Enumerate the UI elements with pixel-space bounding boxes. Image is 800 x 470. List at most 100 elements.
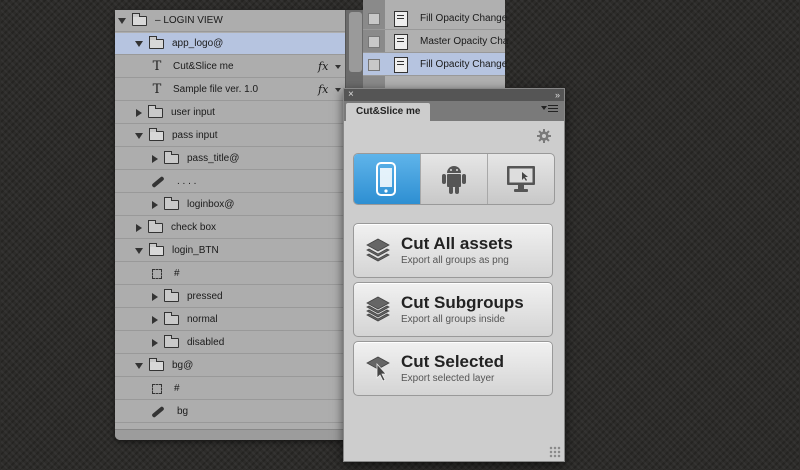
folder-icon	[164, 334, 179, 348]
folder-open-icon	[149, 242, 164, 256]
expand-arrow-icon[interactable]	[135, 362, 143, 369]
android-icon	[442, 166, 466, 194]
fx-dropdown-icon[interactable]	[335, 88, 341, 92]
layer-name: bg@	[172, 360, 194, 371]
shape-bounds-icon	[152, 383, 162, 394]
folder-icon	[164, 196, 179, 210]
platform-ios-button[interactable]	[354, 154, 421, 204]
button-subtitle: Export all groups as png	[401, 255, 509, 266]
action-checkbox[interactable]	[368, 36, 380, 48]
collapse-arrow-icon[interactable]	[152, 338, 158, 347]
cut-subgroups-button[interactable]: Cut Subgroups Export all groups inside	[353, 282, 553, 337]
folder-icon	[164, 311, 179, 325]
layer-group-login-view[interactable]: – LOGIN VIEW	[115, 10, 345, 32]
layers-panel: – LOGIN VIEW app_logo@ T Cut&Slice me fx…	[115, 10, 365, 440]
layer-name: #	[174, 268, 180, 279]
button-subtitle: Export selected layer	[401, 373, 495, 384]
shape-bounds-icon	[152, 268, 162, 279]
layer-name: login_BTN	[172, 245, 219, 256]
layer-name: pass_title@	[187, 153, 240, 164]
action-checkbox[interactable]	[368, 59, 380, 71]
layer-name: #	[174, 383, 180, 394]
cut-all-assets-button[interactable]: Cut All assets Export all groups as png	[353, 223, 553, 278]
expand-arrow-icon[interactable]	[135, 132, 143, 139]
gear-icon[interactable]	[537, 129, 551, 143]
tab-cutslice[interactable]: Cut&Slice me	[346, 103, 431, 121]
collapse-arrow-icon[interactable]	[152, 292, 158, 301]
cursor-layer-icon	[366, 356, 390, 382]
fx-dropdown-icon[interactable]	[335, 65, 341, 69]
action-row[interactable]: Fill Opacity Change	[363, 7, 507, 30]
action-row[interactable]: Master Opacity Cha	[363, 30, 508, 53]
layer-group-pass-title[interactable]: pass_title@	[115, 148, 345, 170]
collapse-arrow-icon[interactable]	[152, 154, 158, 163]
fx-icon[interactable]: fx	[318, 83, 328, 96]
brush-icon	[151, 175, 165, 188]
iphone-icon	[376, 162, 396, 196]
layer-group-login-btn[interactable]: login_BTN	[115, 240, 345, 262]
text-layer-icon: T	[152, 82, 162, 97]
scrollbar-thumb[interactable]	[349, 12, 362, 72]
layer-name: app_logo@	[172, 38, 224, 49]
action-document-icon	[394, 34, 408, 50]
collapse-arrow-icon[interactable]	[152, 200, 158, 209]
platform-selector	[353, 153, 555, 205]
layer-group-disabled[interactable]: disabled	[115, 332, 345, 354]
layer-name: pass input	[172, 130, 218, 141]
layer-shape-hash-2[interactable]: #	[115, 378, 345, 400]
layer-name: user input	[171, 107, 215, 118]
action-document-icon	[394, 11, 408, 27]
layer-name: disabled	[187, 337, 225, 348]
cut-selected-button[interactable]: Cut Selected Export selected layer	[353, 341, 553, 396]
layer-name: normal	[187, 314, 218, 325]
layer-group-bg[interactable]: bg@	[115, 355, 345, 377]
expand-arrow-icon[interactable]	[135, 247, 143, 254]
panel-titlebar[interactable]: × »	[344, 89, 564, 101]
layer-group-pressed[interactable]: pressed	[115, 286, 345, 308]
text-layer-icon: T	[152, 59, 162, 74]
layer-shape-hash[interactable]: #	[115, 263, 345, 285]
collapse-arrow-icon[interactable]	[136, 223, 142, 232]
panel-menu-icon[interactable]	[541, 105, 558, 113]
layer-name: . . . .	[177, 176, 197, 187]
layer-name: loginbox@	[187, 199, 235, 210]
layer-text-cutslice[interactable]: T Cut&Slice me fx	[115, 56, 345, 78]
folder-icon	[164, 288, 179, 302]
button-title: Cut Subgroups	[401, 293, 524, 312]
desktop-icon	[507, 166, 535, 192]
platform-desktop-button[interactable]	[488, 154, 554, 204]
layer-group-pass-input[interactable]: pass input	[115, 125, 345, 147]
cutslice-panel: × » Cut&Slice me Cut All assets Export a…	[343, 88, 565, 462]
resize-grip-icon[interactable]	[549, 446, 561, 458]
collapse-icon[interactable]: »	[555, 89, 560, 101]
folder-icon	[148, 219, 163, 233]
platform-android-button[interactable]	[421, 154, 488, 204]
fx-icon[interactable]: fx	[318, 60, 328, 73]
layer-group-app-logo[interactable]: app_logo@	[115, 33, 345, 55]
layer-group-check-box[interactable]: check box	[115, 217, 345, 239]
layer-name: Cut&Slice me	[173, 61, 234, 72]
layer-group-loginbox[interactable]: loginbox@	[115, 194, 345, 216]
button-title: Cut Selected	[401, 352, 504, 371]
button-title: Cut All assets	[401, 234, 513, 253]
actions-panel: Fill Opacity Change Master Opacity Cha F…	[363, 0, 508, 100]
collapse-arrow-icon[interactable]	[136, 108, 142, 117]
action-label: Fill Opacity Change	[420, 59, 508, 70]
folder-open-icon	[132, 12, 147, 26]
layer-name: pressed	[187, 291, 223, 302]
brush-icon	[151, 405, 165, 418]
close-icon[interactable]: ×	[348, 89, 354, 101]
layers-stack-icon	[366, 238, 390, 262]
layer-group-normal[interactable]: normal	[115, 309, 345, 331]
layer-text-sample[interactable]: T Sample file ver. 1.0 fx	[115, 79, 345, 101]
expand-arrow-icon[interactable]	[135, 40, 143, 47]
collapse-arrow-icon[interactable]	[152, 315, 158, 324]
action-checkbox[interactable]	[368, 13, 380, 25]
layer-name: – LOGIN VIEW	[155, 15, 223, 26]
layer-paint-bg[interactable]: bg	[115, 401, 345, 423]
expand-arrow-icon[interactable]	[118, 17, 126, 24]
layer-paint-dots[interactable]: . . . .	[115, 171, 345, 193]
layer-name: bg	[177, 406, 189, 417]
layer-group-user-input[interactable]: user input	[115, 102, 345, 124]
action-row-selected[interactable]: Fill Opacity Change	[363, 53, 508, 76]
